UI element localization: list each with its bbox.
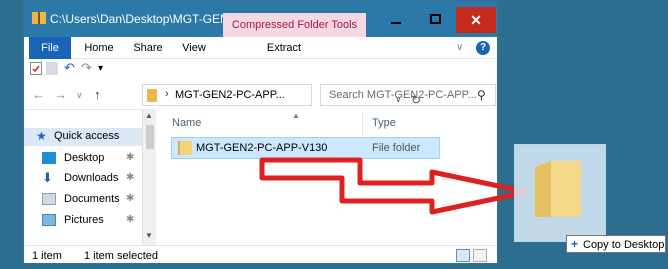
tooltip-text: Copy to Desktop [583, 239, 665, 251]
folder-icon [535, 161, 581, 217]
folder-zip-icon [32, 12, 46, 24]
navigation-pane: ★ Quick access Desktop ✱ ⬇ Downloads ✱ D… [24, 109, 142, 245]
nav-scrollbar[interactable]: ▲ ▼ [142, 109, 156, 245]
close-button[interactable]: ✕ [456, 7, 496, 33]
tab-file[interactable]: File [29, 37, 71, 59]
customize-toolbar-icon[interactable]: ▾ [98, 63, 103, 74]
explorer-window: C:\Users\Dan\Desktop\MGT-GEN2-... Compre… [23, 0, 498, 264]
redo-icon[interactable]: ↷ [81, 60, 92, 76]
column-headers: Name ▲ Type [172, 111, 486, 135]
drag-tooltip: + Copy to Desktop [566, 235, 666, 253]
tab-extract[interactable]: Extract [262, 37, 306, 59]
scroll-thumb[interactable] [146, 125, 154, 149]
address-path: MGT-GEN2-PC-APP... [175, 89, 285, 101]
selection-count: 1 item selected [84, 250, 158, 262]
tab-compressed-folder-tools[interactable]: Compressed Folder Tools [223, 13, 366, 37]
item-count: 1 item [32, 250, 62, 262]
details-view-icon[interactable] [456, 249, 470, 262]
new-folder-icon[interactable] [46, 62, 58, 78]
file-name: MGT-GEN2-PC-APP-V130 [196, 142, 328, 154]
recent-locations-icon[interactable]: ∨ [76, 90, 83, 101]
nav-item-label: Quick access [54, 130, 120, 142]
documents-icon [42, 193, 56, 205]
maximize-icon [430, 14, 441, 24]
column-name-header[interactable]: Name [172, 117, 201, 129]
search-icon: ⚲ [477, 88, 486, 102]
scroll-down-icon[interactable]: ▼ [145, 231, 153, 240]
forward-arrow-icon[interactable]: → [54, 87, 67, 102]
tab-share[interactable]: Share [131, 37, 165, 59]
address-bar[interactable]: › MGT-GEN2-PC-APP... ∨ ↻ [142, 84, 421, 107]
pin-icon[interactable]: ✱ [126, 152, 134, 163]
search-placeholder: Search MGT-GEN2-PC-APP... [329, 89, 477, 101]
nav-item-quick-access[interactable]: ★ Quick access [24, 128, 142, 146]
up-arrow-icon[interactable]: ↑ [94, 87, 101, 102]
help-icon[interactable]: ? [476, 41, 490, 55]
plus-icon: + [571, 237, 579, 251]
pictures-icon [42, 214, 56, 226]
folder-icon [178, 141, 192, 155]
pin-icon[interactable]: ✱ [126, 172, 134, 183]
nav-item-label: Documents [64, 193, 120, 205]
quick-access-toolbar: ↶ ↷ ▾ [24, 59, 497, 81]
download-icon: ⬇ [42, 170, 53, 185]
address-row: ← → ∨ ↑ › MGT-GEN2-PC-APP... ∨ ↻ Search … [24, 81, 497, 109]
column-divider[interactable] [362, 113, 363, 135]
chevron-right-icon[interactable]: › [165, 88, 169, 100]
scroll-up-icon[interactable]: ▲ [145, 111, 153, 120]
ribbon-tabs: File Home Share View Extract ∨ ? [24, 37, 497, 59]
file-row[interactable]: MGT-GEN2-PC-APP-V130 File folder [171, 137, 440, 159]
status-bar: 1 item 1 item selected [24, 245, 497, 265]
sort-ascending-icon: ▲ [292, 111, 300, 120]
minimize-icon [391, 22, 401, 24]
nav-item-label: Downloads [64, 172, 119, 184]
properties-icon[interactable] [30, 62, 42, 78]
folder-zip-icon [147, 89, 157, 102]
tab-view[interactable]: View [179, 37, 209, 59]
tab-home[interactable]: Home [80, 37, 118, 59]
window-title: C:\Users\Dan\Desktop\MGT-GEN2-... [50, 12, 250, 26]
pin-icon[interactable]: ✱ [126, 193, 134, 204]
expand-ribbon-chevron-icon[interactable]: ∨ [456, 42, 463, 53]
undo-icon[interactable]: ↶ [64, 60, 75, 76]
close-icon: ✕ [470, 12, 482, 28]
pin-icon[interactable]: ✱ [126, 214, 134, 225]
minimize-button[interactable] [376, 7, 416, 33]
nav-item-label: Pictures [64, 214, 104, 226]
back-arrow-icon[interactable]: ← [32, 87, 45, 102]
desktop-icon [42, 152, 56, 164]
search-input[interactable]: Search MGT-GEN2-PC-APP... ⚲ [320, 84, 496, 106]
column-type-header[interactable]: Type [372, 117, 396, 129]
drag-ghost [514, 144, 606, 242]
star-icon: ★ [36, 129, 47, 143]
title-bar[interactable]: C:\Users\Dan\Desktop\MGT-GEN2-... Compre… [24, 1, 497, 37]
nav-item-label: Desktop [64, 152, 105, 164]
maximize-button[interactable] [416, 7, 456, 33]
file-type: File folder [372, 142, 421, 154]
large-icons-view-icon[interactable] [473, 249, 487, 262]
